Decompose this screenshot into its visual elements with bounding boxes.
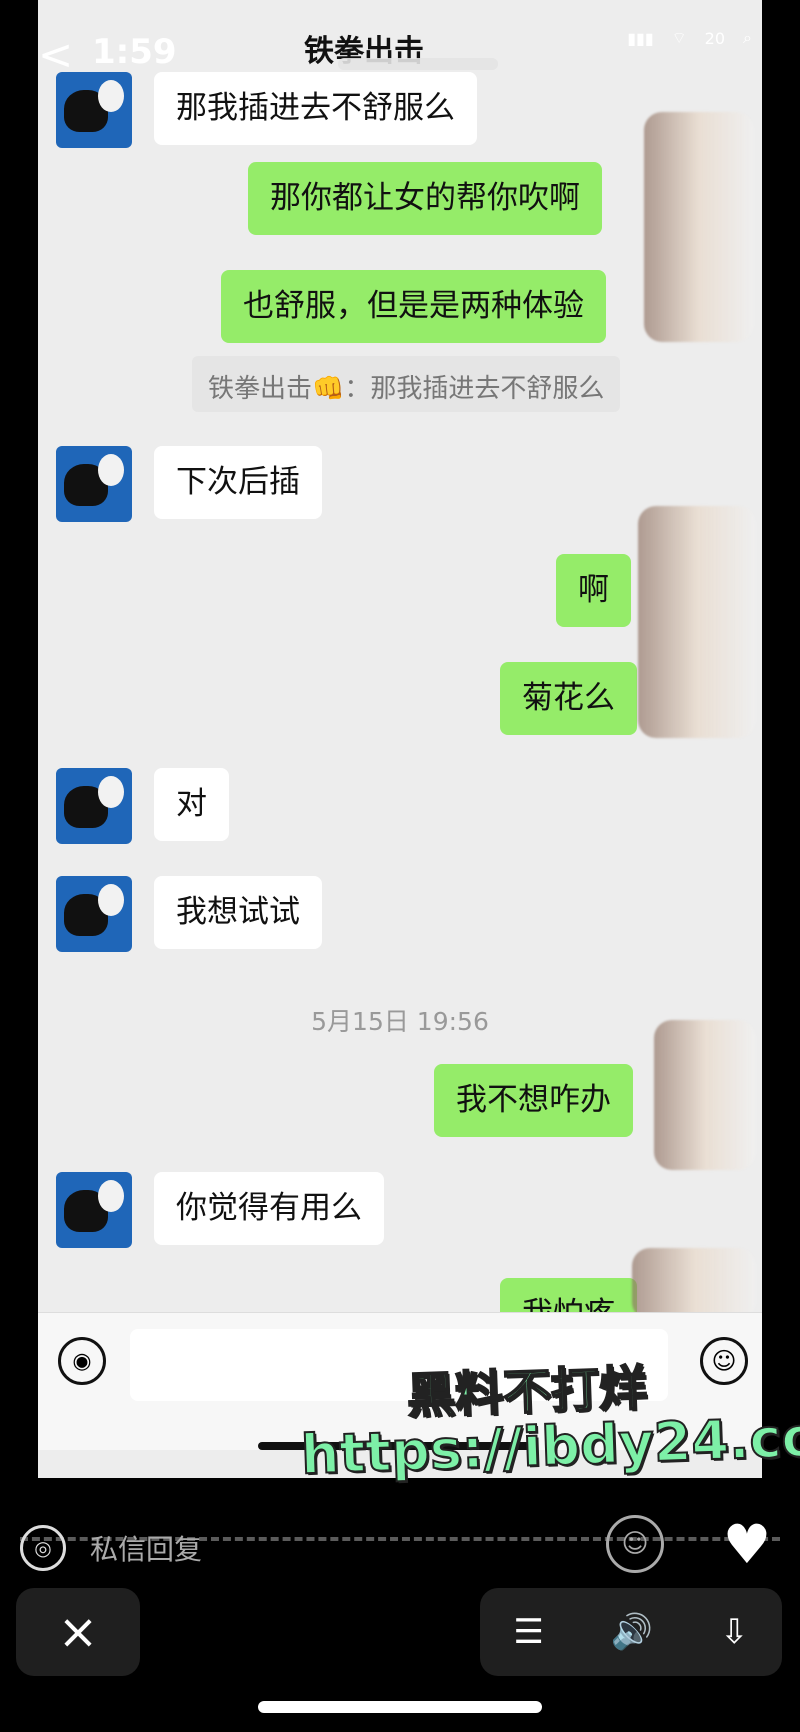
comment-input[interactable]: 私信回复 [90,1528,202,1568]
message-row: 我怕疼 [500,1278,637,1312]
message-bubble[interactable]: 下次后插 [154,446,322,520]
media-controls: × ☰ 🔊 ⇩ [0,1588,800,1732]
chat-timestamp: 5月15日 19:56 [311,1007,489,1036]
chat-screen: < 1:59 铁拳出击 ▮▮▮ ⌔ 20 ⌕ 那我插进去不舒服么 那你都让女的帮… [38,0,762,1478]
control-group: ☰ 🔊 ⇩ [480,1588,782,1676]
message-bubble[interactable]: 菊花么 [500,662,637,736]
wifi-icon: ⌔ [671,28,687,47]
message-bubble[interactable]: 我怕疼 [500,1278,637,1312]
close-button[interactable]: × [16,1588,140,1676]
message-row: 我不想咋办 [434,1064,633,1138]
message-bubble[interactable]: 我不想咋办 [434,1064,633,1138]
blurred-avatar [632,1248,756,1320]
message-row: 那我插进去不舒服么 [56,72,477,148]
battery-icon: 20 [704,28,726,48]
signal-icon: ▮▮▮ [627,28,654,48]
message-row: 你觉得有用么 [56,1172,384,1248]
quoted-message[interactable]: 铁拳出击👊：那我插进去不舒服么 [192,356,621,412]
message-bubble[interactable]: 我想试试 [154,876,322,950]
camera-icon[interactable]: ◎ [20,1525,66,1571]
avatar[interactable] [56,876,132,952]
home-indicator [258,1701,542,1713]
voice-icon[interactable]: ◉ [58,1337,106,1385]
comment-input-row: ◎ 私信回复 [20,1525,202,1571]
blurred-avatar [654,1020,756,1170]
message-bubble[interactable]: 啊 [556,554,631,628]
message-row: 我想试试 [56,876,322,952]
message-row: 那你都让女的帮你吹啊 [248,162,602,236]
face-icon[interactable]: ☺ [606,1515,664,1573]
menu-icon[interactable]: ☰ [513,1612,543,1652]
watermark: 黑料不打烊 https://ibdy24.com [298,1359,800,1487]
avatar[interactable] [56,446,132,522]
message-bubble[interactable]: 你觉得有用么 [154,1172,384,1246]
message-row: 啊 [556,554,631,628]
avatar[interactable] [56,768,132,844]
message-bubble[interactable]: 那你都让女的帮你吹啊 [248,162,602,236]
comment-action-icons: ☺ ♥ [606,1513,776,1576]
message-row: 也舒服，但是是两种体验 [221,270,606,344]
title-subtitle-blur [338,58,498,70]
message-bubble[interactable]: 那我插进去不舒服么 [154,72,477,146]
heart-icon[interactable]: ♥ [718,1513,776,1576]
status-time: 1:59 [92,32,177,72]
message-row: 菊花么 [500,662,637,736]
avatar[interactable] [56,72,132,148]
search-icon[interactable]: ⌕ [743,28,752,48]
message-bubble[interactable]: 对 [154,768,229,842]
volume-icon[interactable]: 🔊 [611,1612,653,1652]
status-icons: ▮▮▮ ⌔ 20 ⌕ [627,28,752,48]
message-row: 对 [56,768,229,844]
avatar[interactable] [56,1172,132,1248]
watermark-url: https://ibdy24.com [299,1402,800,1487]
message-bubble[interactable]: 也舒服，但是是两种体验 [221,270,606,344]
blurred-avatar [638,506,756,738]
blurred-avatar [644,112,754,342]
screen-frame: < 1:59 铁拳出击 ▮▮▮ ⌔ 20 ⌕ 那我插进去不舒服么 那你都让女的帮… [0,0,800,1732]
download-icon[interactable]: ⇩ [720,1612,749,1652]
close-icon: × [57,1604,99,1660]
message-row: 下次后插 [56,446,322,522]
